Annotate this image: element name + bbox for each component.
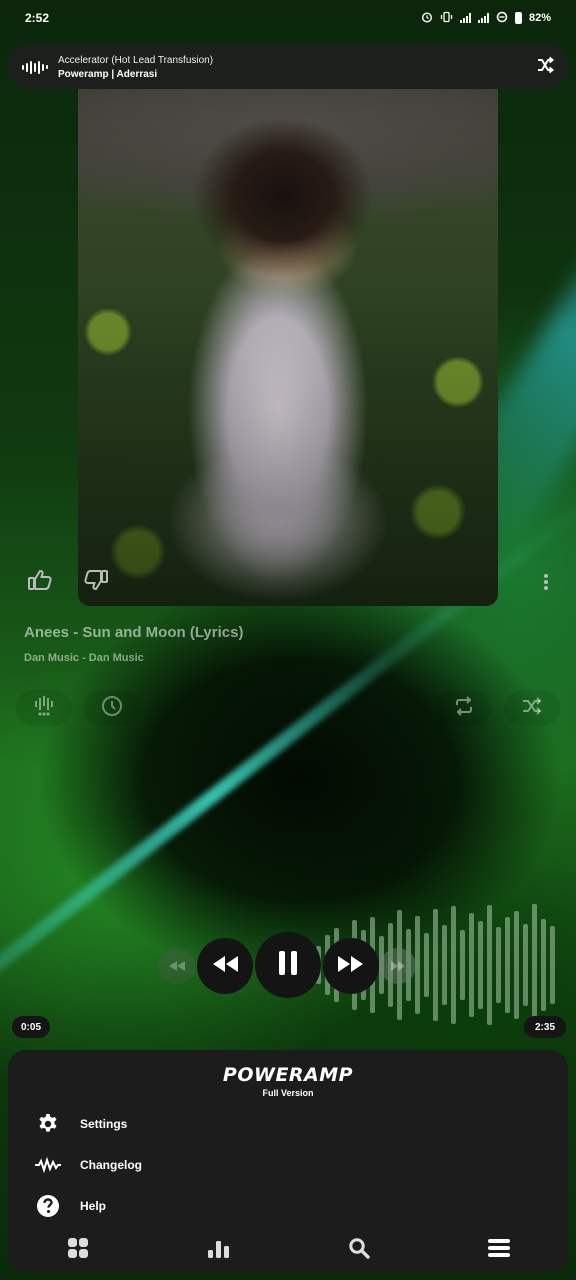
app-logo: POWERAMP xyxy=(222,1064,354,1086)
status-bar: 2:52 82% xyxy=(0,0,576,36)
waveform-icon xyxy=(32,1149,64,1181)
album-art[interactable] xyxy=(78,82,498,606)
grid-icon xyxy=(67,1237,89,1264)
waveform-icon xyxy=(22,60,48,74)
repeat-icon xyxy=(453,695,475,721)
battery-level: 82% xyxy=(528,12,551,24)
nav-menu[interactable] xyxy=(479,1236,519,1264)
sleep-timer-button[interactable] xyxy=(84,690,140,726)
thumbs-up-icon[interactable] xyxy=(20,560,60,600)
data-saver-icon xyxy=(496,11,508,26)
next-track-button[interactable] xyxy=(380,948,416,984)
shuffle-icon[interactable] xyxy=(536,56,555,79)
help-icon xyxy=(32,1190,64,1222)
more-vert-icon[interactable] xyxy=(526,562,566,602)
bars-icon xyxy=(207,1237,231,1264)
status-time: 2:52 xyxy=(25,11,50,25)
status-icons: 82% xyxy=(421,11,551,26)
battery-icon xyxy=(514,12,522,24)
waveform-bar xyxy=(469,913,474,1017)
waveform-bar xyxy=(541,919,546,1011)
shuffle-icon xyxy=(521,696,543,721)
waveform-bar xyxy=(451,906,456,1024)
waveform-bar xyxy=(487,905,492,1025)
track-title: Anees - Sun and Moon (Lyrics) xyxy=(24,624,244,641)
vibrate-icon xyxy=(440,11,453,26)
fast-forward-button[interactable] xyxy=(323,938,379,994)
waveform-bar xyxy=(460,930,465,1000)
thumbs-down-icon[interactable] xyxy=(76,560,116,600)
menu-item-label: Changelog xyxy=(80,1158,142,1172)
menu-panel: POWERAMP Full Version Settings Changelog… xyxy=(8,1050,568,1272)
menu-item-help[interactable]: Help xyxy=(32,1190,332,1222)
waveform-bar xyxy=(442,925,447,1005)
waveform-bar xyxy=(505,917,510,1013)
signal-icon xyxy=(477,13,489,23)
play-pause-button[interactable] xyxy=(255,932,321,998)
sleep-timer-icon xyxy=(101,695,123,722)
total-duration: 2:35 xyxy=(524,1016,566,1038)
waveform-bar xyxy=(514,911,519,1019)
waveform-bar xyxy=(550,926,555,1004)
menu-item-settings[interactable]: Settings xyxy=(32,1108,332,1140)
signal-icon xyxy=(459,13,471,23)
track-artist: Dan Music - Dan Music xyxy=(24,652,144,664)
fast-forward-icon xyxy=(337,955,365,978)
waveform-bar xyxy=(532,904,537,1026)
elapsed-time: 0:05 xyxy=(12,1016,50,1038)
equalizer-button[interactable] xyxy=(16,690,72,726)
previous-track-button[interactable] xyxy=(158,948,196,984)
edition-label: Full Version xyxy=(262,1088,314,1098)
menu-icon xyxy=(487,1238,511,1263)
now-playing-notification[interactable]: Accelerator (Hot Lead Transfusion) Power… xyxy=(8,45,568,89)
nav-library[interactable] xyxy=(58,1236,98,1264)
menu-item-label: Settings xyxy=(80,1117,128,1131)
nav-equalizer[interactable] xyxy=(199,1236,239,1264)
equalizer-icon xyxy=(34,695,54,722)
nav-search[interactable] xyxy=(339,1236,379,1264)
rewind-button[interactable] xyxy=(197,938,253,994)
waveform-bar xyxy=(523,924,528,1006)
shuffle-button[interactable] xyxy=(504,690,560,726)
alarm-icon xyxy=(421,11,433,26)
pause-icon xyxy=(277,950,299,981)
search-icon xyxy=(348,1237,370,1264)
menu-item-changelog[interactable]: Changelog xyxy=(32,1149,332,1181)
waveform-bar xyxy=(433,909,438,1021)
waveform-bar xyxy=(478,921,483,1009)
notification-title: Accelerator (Hot Lead Transfusion) xyxy=(58,54,214,66)
notification-subtitle: Poweramp | Aderrasi xyxy=(58,68,158,80)
rewind-icon xyxy=(211,955,239,978)
waveform-bar xyxy=(496,927,501,1003)
menu-item-label: Help xyxy=(80,1199,107,1213)
gear-icon xyxy=(32,1108,64,1140)
waveform-bar xyxy=(424,933,429,997)
repeat-button[interactable] xyxy=(436,690,492,726)
